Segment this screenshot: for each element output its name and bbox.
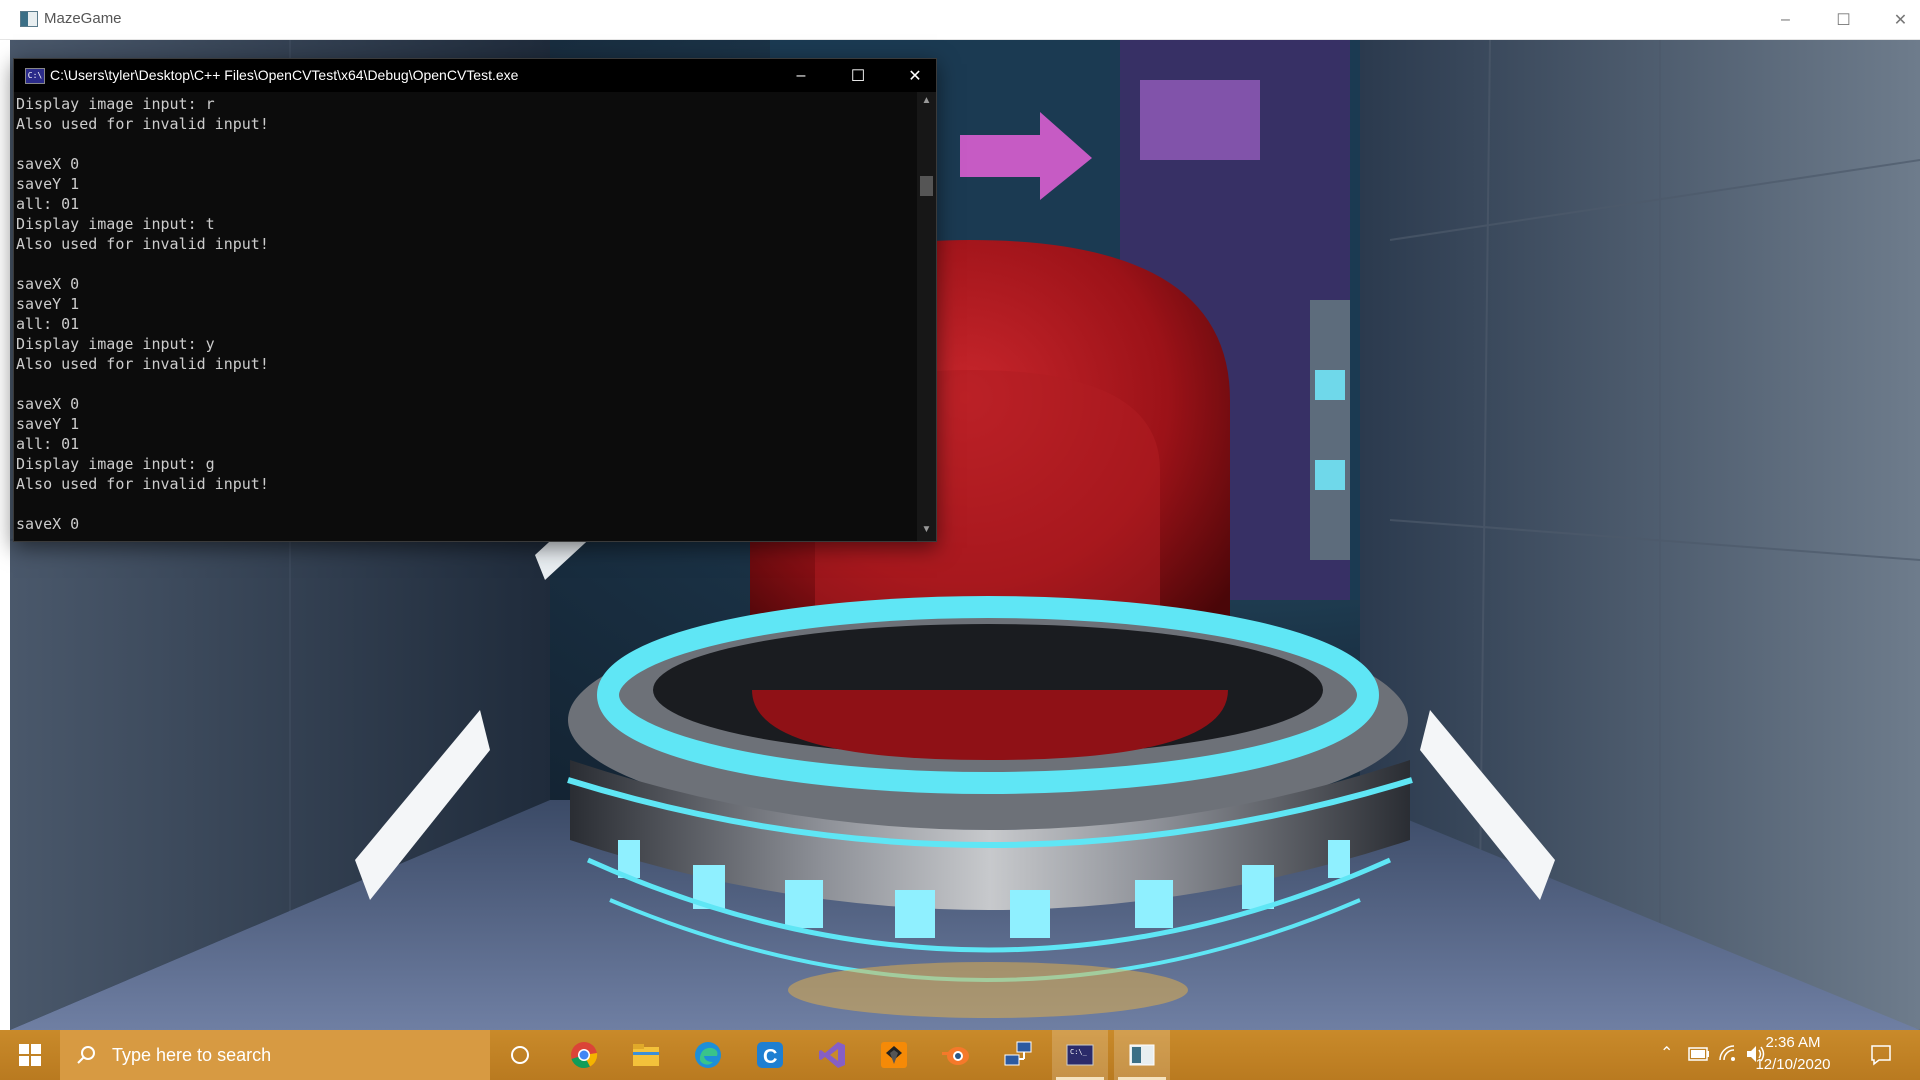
network-tool-icon	[1004, 1041, 1032, 1066]
taskbar-visual-studio[interactable]	[804, 1030, 860, 1080]
notification-icon[interactable]	[1870, 1044, 1892, 1066]
taskbar: Type here to search C C:\_ ⌃ 2:36 AM 12/…	[0, 1030, 1920, 1080]
console-line: saveX 0	[16, 155, 80, 173]
console-scrollbar[interactable]: ▲ ▼	[917, 92, 936, 541]
edge-icon	[695, 1042, 721, 1068]
file-explorer-icon	[633, 1044, 659, 1066]
console-output[interactable]: Display image input: r Also used for inva…	[15, 94, 916, 539]
search-placeholder: Type here to search	[112, 1044, 272, 1065]
svg-text:C: C	[763, 1046, 777, 1068]
taskbar-chrome[interactable]	[556, 1030, 612, 1080]
taskbar-console-app[interactable]: C:\_	[1052, 1030, 1108, 1080]
console-line: Also used for invalid input!	[16, 115, 269, 133]
game-maximize-button[interactable]: ☐	[1815, 0, 1872, 39]
console-line: Display image input: r	[16, 95, 215, 113]
mazegame-app-icon	[1129, 1044, 1155, 1066]
console-line: all: 01	[16, 195, 80, 213]
task-view-button[interactable]	[492, 1030, 548, 1080]
start-button[interactable]	[0, 1030, 60, 1080]
console-minimize-button[interactable]: –	[773, 59, 829, 92]
blender-icon	[942, 1047, 969, 1065]
console-line: saveX 0	[16, 275, 80, 293]
search-icon	[77, 1046, 95, 1064]
console-titlebar[interactable]: C:\ C:\Users\tyler\Desktop\C++ Files\Ope…	[14, 59, 936, 92]
taskbar-edge[interactable]	[680, 1030, 736, 1080]
cortana-icon	[511, 1046, 529, 1064]
clock-date[interactable]: 12/10/2020	[1748, 1056, 1838, 1073]
battery-icon[interactable]	[1688, 1047, 1710, 1061]
chrome-icon	[571, 1042, 598, 1069]
wifi-icon[interactable]	[1718, 1044, 1738, 1062]
console-icon: C:\	[25, 68, 45, 84]
system-tray: ⌃ 2:36 AM 12/10/2020	[1620, 1030, 1920, 1080]
taskbar-network-tool[interactable]	[990, 1030, 1046, 1080]
console-line: saveY 1	[16, 415, 80, 433]
console-window-title: C:\Users\tyler\Desktop\C++ Files\OpenCVT…	[50, 67, 519, 83]
svg-text:C:\_: C:\_	[1070, 1048, 1088, 1056]
scroll-up-arrow-icon[interactable]: ▲	[920, 95, 933, 109]
scroll-down-arrow-icon[interactable]: ▼	[920, 524, 933, 538]
console-line: Also used for invalid input!	[16, 475, 269, 493]
taskbar-sublime-text[interactable]	[866, 1030, 922, 1080]
game-close-button[interactable]: ✕	[1872, 0, 1920, 39]
sublime-text-icon	[881, 1042, 907, 1068]
console-app-icon: C:\_	[1066, 1044, 1094, 1066]
taskbar-ccleaner[interactable]: C	[742, 1030, 798, 1080]
game-titlebar[interactable]: MazeGame – ☐ ✕	[0, 0, 1920, 40]
console-maximize-button[interactable]: ☐	[830, 59, 886, 92]
console-close-button[interactable]: ✕	[887, 59, 943, 92]
console-line: Also used for invalid input!	[16, 355, 269, 373]
console-line: saveX 0	[16, 515, 80, 533]
visual-studio-icon	[819, 1042, 845, 1068]
taskbar-search-box[interactable]: Type here to search	[60, 1030, 490, 1080]
scroll-thumb[interactable]	[920, 176, 933, 196]
game-minimize-button[interactable]: –	[1757, 0, 1814, 39]
windows-logo-icon	[19, 1044, 41, 1066]
ccleaner-icon: C	[757, 1042, 783, 1068]
console-line: saveY 1	[16, 295, 80, 313]
taskbar-mazegame-app[interactable]	[1114, 1030, 1170, 1080]
console-line: Also used for invalid input!	[16, 235, 269, 253]
console-line: all: 01	[16, 435, 80, 453]
taskbar-file-explorer[interactable]	[618, 1030, 674, 1080]
mazegame-window-icon	[20, 11, 38, 27]
console-line: Display image input: y	[16, 335, 215, 353]
console-window: C:\ C:\Users\tyler\Desktop\C++ Files\Ope…	[13, 58, 937, 542]
console-line: saveX 0	[16, 395, 80, 413]
console-line: Display image input: g	[16, 455, 215, 473]
game-window-title: MazeGame	[44, 10, 122, 27]
console-line: saveY 1	[16, 175, 80, 193]
clock-time[interactable]: 2:36 AM	[1748, 1034, 1838, 1051]
console-line: Display image input: t	[16, 215, 215, 233]
taskbar-blender[interactable]	[928, 1030, 984, 1080]
chevron-up-icon[interactable]: ⌃	[1660, 1043, 1673, 1063]
console-line: all: 01	[16, 315, 80, 333]
